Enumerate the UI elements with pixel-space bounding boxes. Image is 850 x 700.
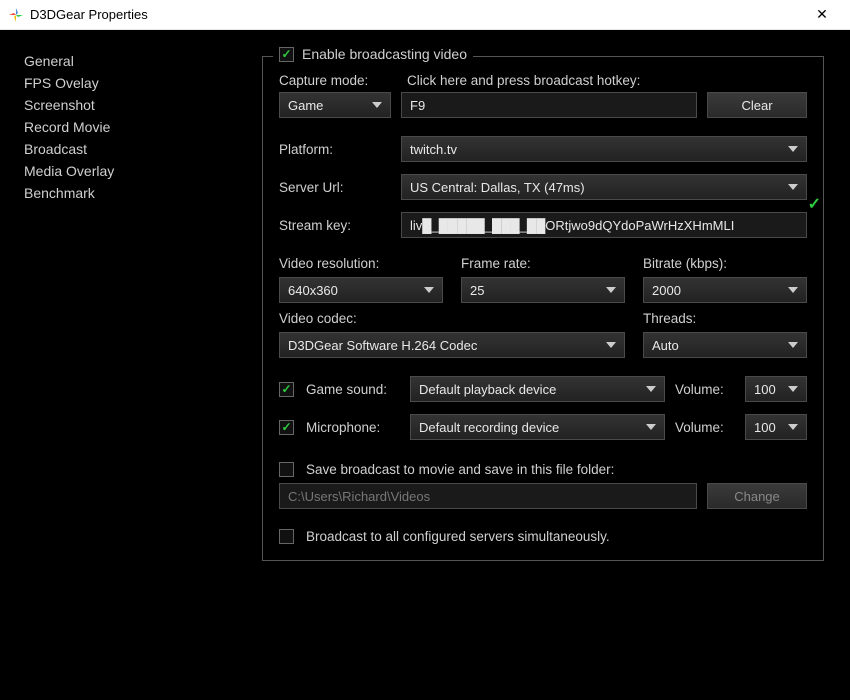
sidebar-item-fps-overlay[interactable]: FPS Ovelay xyxy=(24,72,246,94)
video-resolution-label: Video resolution: xyxy=(279,256,443,271)
chevron-down-icon xyxy=(606,342,616,348)
clear-button[interactable]: Clear xyxy=(707,92,807,118)
microphone-value: Default recording device xyxy=(419,420,559,435)
enable-broadcast-label: Enable broadcasting video xyxy=(302,46,467,62)
frame-rate-select[interactable]: 25 xyxy=(461,277,625,303)
stream-key-input[interactable]: liv█_█████_███_██ORtjwo9dQYdoPaWrHzXHmML… xyxy=(401,212,807,238)
bitrate-select[interactable]: 2000 xyxy=(643,277,807,303)
threads-select[interactable]: Auto xyxy=(643,332,807,358)
stream-key-label: Stream key: xyxy=(279,218,391,233)
bitrate-label: Bitrate (kbps): xyxy=(643,256,807,271)
broadcast-fieldset: Enable broadcasting video Capture mode: … xyxy=(262,56,824,561)
microphone-select[interactable]: Default recording device xyxy=(410,414,665,440)
sidebar-item-screenshot[interactable]: Screenshot xyxy=(24,94,246,116)
frame-rate-label: Frame rate: xyxy=(461,256,625,271)
microphone-volume-label: Volume: xyxy=(675,420,735,435)
microphone-label: Microphone: xyxy=(306,420,400,435)
enable-broadcast-legend: Enable broadcasting video xyxy=(273,46,473,62)
broadcast-panel: Enable broadcasting video Capture mode: … xyxy=(256,36,844,694)
platform-select[interactable]: twitch.tv xyxy=(401,136,807,162)
frame-rate-value: 25 xyxy=(470,283,484,298)
multicast-label: Broadcast to all configured servers simu… xyxy=(306,529,610,544)
sidebar-item-benchmark[interactable]: Benchmark xyxy=(24,182,246,204)
game-sound-select[interactable]: Default playback device xyxy=(410,376,665,402)
capture-mode-select[interactable]: Game xyxy=(279,92,391,118)
microphone-checkbox[interactable] xyxy=(279,420,294,435)
sidebar-item-record-movie[interactable]: Record Movie xyxy=(24,116,246,138)
sidebar: General FPS Ovelay Screenshot Record Mov… xyxy=(6,36,256,694)
chevron-down-icon xyxy=(646,386,656,392)
server-url-label: Server Url: xyxy=(279,180,391,195)
chevron-down-icon xyxy=(646,424,656,430)
save-path-value: C:\Users\Richard\Videos xyxy=(288,489,430,504)
threads-label: Threads: xyxy=(643,311,807,326)
chevron-down-icon xyxy=(424,287,434,293)
sidebar-item-broadcast[interactable]: Broadcast xyxy=(24,138,246,160)
hotkey-label: Click here and press broadcast hotkey: xyxy=(407,73,807,88)
close-icon[interactable]: ✕ xyxy=(802,0,842,30)
threads-value: Auto xyxy=(652,338,679,353)
video-codec-label: Video codec: xyxy=(279,311,625,326)
game-sound-volume-value: 100 xyxy=(754,382,776,397)
save-broadcast-checkbox[interactable] xyxy=(279,462,294,477)
bitrate-value: 2000 xyxy=(652,283,681,298)
chevron-down-icon xyxy=(606,287,616,293)
sidebar-item-media-overlay[interactable]: Media Overlay xyxy=(24,160,246,182)
titlebar: D3DGear Properties ✕ xyxy=(0,0,850,30)
sidebar-item-general[interactable]: General xyxy=(24,50,246,72)
chevron-down-icon xyxy=(372,102,382,108)
game-sound-volume-select[interactable]: 100 xyxy=(745,376,807,402)
microphone-volume-value: 100 xyxy=(754,420,776,435)
checkmark-icon: ✓ xyxy=(804,194,821,214)
hotkey-input[interactable]: F9 xyxy=(401,92,697,118)
chevron-down-icon xyxy=(788,146,798,152)
video-resolution-select[interactable]: 640x360 xyxy=(279,277,443,303)
content-area: General FPS Ovelay Screenshot Record Mov… xyxy=(0,30,850,700)
chevron-down-icon xyxy=(788,287,798,293)
capture-mode-label: Capture mode: xyxy=(279,73,397,88)
window-title: D3DGear Properties xyxy=(30,7,802,22)
multicast-checkbox[interactable] xyxy=(279,529,294,544)
capture-mode-value: Game xyxy=(288,98,323,113)
platform-value: twitch.tv xyxy=(410,142,457,157)
game-sound-label: Game sound: xyxy=(306,382,400,397)
save-broadcast-label: Save broadcast to movie and save in this… xyxy=(306,462,614,477)
game-sound-value: Default playback device xyxy=(419,382,556,397)
save-path-input[interactable]: C:\Users\Richard\Videos xyxy=(279,483,697,509)
hotkey-value: F9 xyxy=(410,98,425,113)
chevron-down-icon xyxy=(788,424,798,430)
microphone-volume-select[interactable]: 100 xyxy=(745,414,807,440)
enable-broadcast-checkbox[interactable] xyxy=(279,47,294,62)
chevron-down-icon xyxy=(788,386,798,392)
change-button[interactable]: Change xyxy=(707,483,807,509)
video-codec-value: D3DGear Software H.264 Codec xyxy=(288,338,477,353)
server-url-select[interactable]: US Central: Dallas, TX (47ms) xyxy=(401,174,807,200)
app-icon xyxy=(8,7,24,23)
platform-label: Platform: xyxy=(279,142,391,157)
server-url-value: US Central: Dallas, TX (47ms) xyxy=(410,180,585,195)
video-codec-select[interactable]: D3DGear Software H.264 Codec xyxy=(279,332,625,358)
chevron-down-icon xyxy=(788,184,798,190)
chevron-down-icon xyxy=(788,342,798,348)
stream-key-value: liv█_█████_███_██ORtjwo9dQYdoPaWrHzXHmML… xyxy=(410,218,734,233)
game-sound-volume-label: Volume: xyxy=(675,382,735,397)
game-sound-checkbox[interactable] xyxy=(279,382,294,397)
video-resolution-value: 640x360 xyxy=(288,283,338,298)
